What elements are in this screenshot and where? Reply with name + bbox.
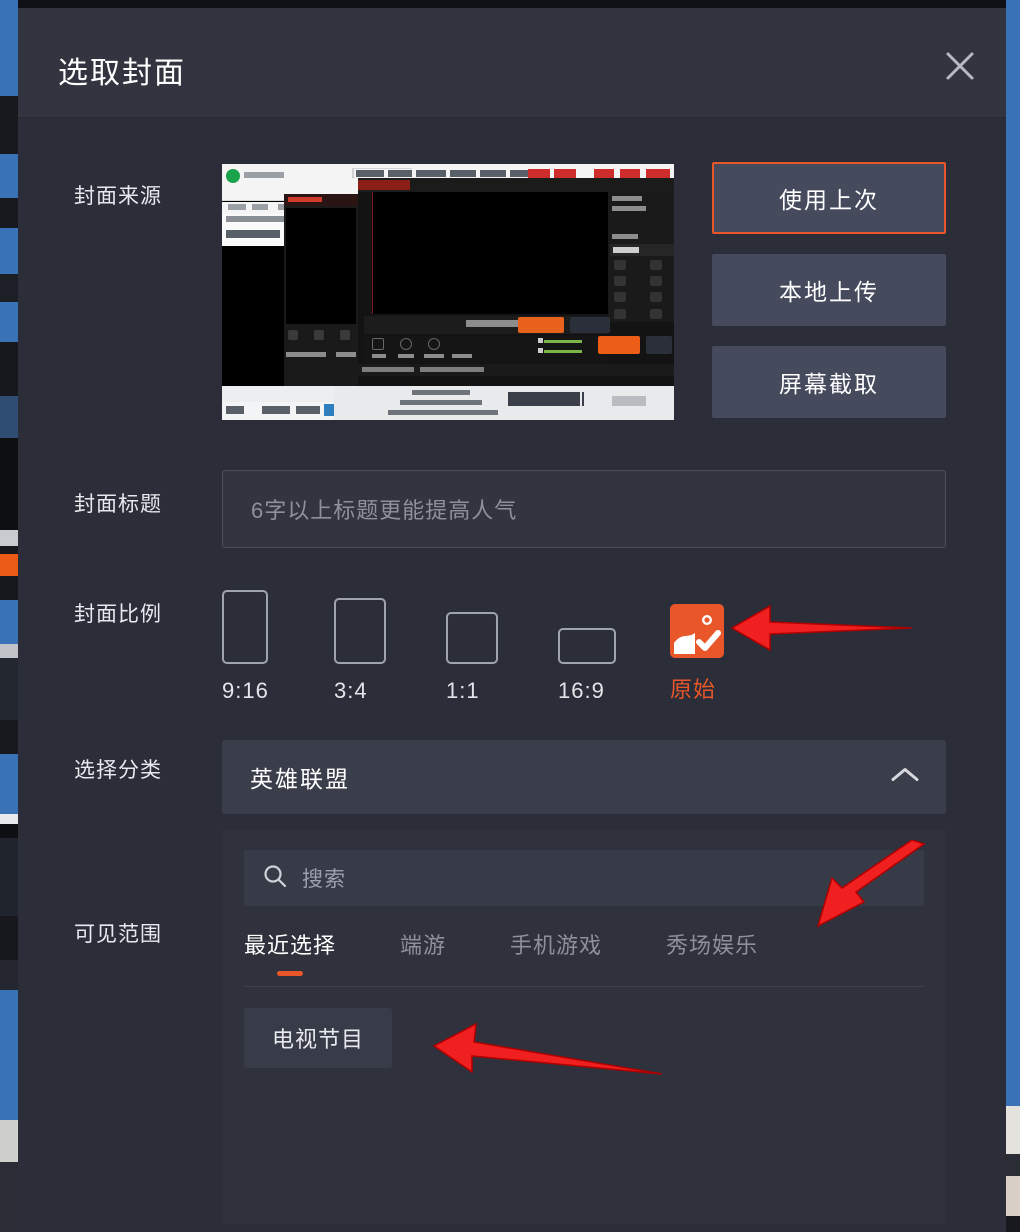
ratio-shape-1-1 [446,590,498,664]
tab-active-underline [277,971,303,976]
page-title: 选取封面 [58,57,186,90]
ratio-shape-16-9 [558,590,616,664]
tab-label: 最近选择 [244,933,337,958]
ratio-label: 16:9 [558,678,605,703]
source-button-label: 使用上次 [779,187,879,213]
cover-ratio-options: 9:16 3:4 1:1 16:9 原始 [222,584,782,704]
image-check-icon [670,604,724,658]
tab-label: 秀场娱乐 [666,933,759,958]
label-category: 选择分类 [74,759,162,782]
search-icon [262,863,288,894]
tab-label: 端游 [400,933,447,958]
label-cover-ratio: 封面比例 [74,603,162,626]
ratio-option-1-1[interactable]: 1:1 [446,590,558,704]
close-icon[interactable] [940,46,980,86]
background-app-strip-left [0,0,18,1232]
list-item[interactable]: 电视节目 [244,1008,393,1068]
chevron-up-icon [890,766,920,789]
ratio-option-16-9[interactable]: 16:9 [558,590,670,704]
ratio-option-3-4[interactable]: 3:4 [334,590,446,704]
chip-label: 电视节目 [272,1027,365,1052]
label-scope: 可见范围 [74,923,162,946]
source-button-label: 本地上传 [779,279,879,305]
ratio-shape-9-16 [222,590,268,664]
cover-title-input[interactable]: 6字以上标题更能提高人气 [222,470,946,548]
tab-divider [244,986,924,987]
category-selected-value: 英雄联盟 [250,766,350,792]
background-app-strip-right [1006,0,1020,1232]
source-button-use-last[interactable]: 使用上次 [712,162,946,234]
label-cover-source: 封面来源 [74,185,162,208]
category-select[interactable]: 英雄联盟 [222,740,946,814]
scope-chip-list: 电视节目 [244,1008,393,1068]
tab-recent[interactable]: 最近选择 [244,928,336,976]
source-button-local-upload[interactable]: 本地上传 [712,254,946,326]
source-button-label: 屏幕截取 [779,371,879,397]
tab-show-entertainment[interactable]: 秀场娱乐 [666,928,758,976]
ratio-label: 原始 [670,677,717,702]
search-placeholder: 搜索 [302,868,346,891]
search-input[interactable]: 搜索 [244,850,924,906]
tab-mobile-games[interactable]: 手机游戏 [510,928,602,976]
dialog-body: 封面来源 封面标题 封面比例 选择分类 可见范围 使用上次 本地上传 屏幕截取 … [18,118,1006,1232]
scope-panel: 搜索 最近选择 端游 手机游戏 秀场娱乐 电视节目 [222,830,946,1224]
tab-label: 手机游戏 [510,933,603,958]
screen: 选取封面 封面来源 封面标题 封面比例 选择分类 可见范围 使用上次 本地上传 … [0,0,1020,1232]
ratio-label: 9:16 [222,678,269,703]
ratio-label: 3:4 [334,678,368,703]
dialog-titlebar: 选取封面 [18,8,1006,118]
scope-tabs: 最近选择 端游 手机游戏 秀场娱乐 [244,928,924,986]
cover-title-placeholder: 6字以上标题更能提高人气 [251,498,518,523]
cover-preview-thumbnail[interactable] [222,164,674,420]
ratio-option-original[interactable]: 原始 [670,584,782,704]
ratio-shape-3-4 [334,590,386,664]
select-cover-dialog: 选取封面 封面来源 封面标题 封面比例 选择分类 可见范围 使用上次 本地上传 … [18,8,1006,1232]
ratio-label: 1:1 [446,678,480,703]
ratio-shape-original [670,584,724,658]
source-button-screen-capture[interactable]: 屏幕截取 [712,346,946,418]
ratio-option-9-16[interactable]: 9:16 [222,590,334,704]
cover-source-buttons: 使用上次 本地上传 屏幕截取 [712,162,946,438]
tab-pc-games[interactable]: 端游 [400,928,446,976]
label-cover-title: 封面标题 [74,493,162,516]
